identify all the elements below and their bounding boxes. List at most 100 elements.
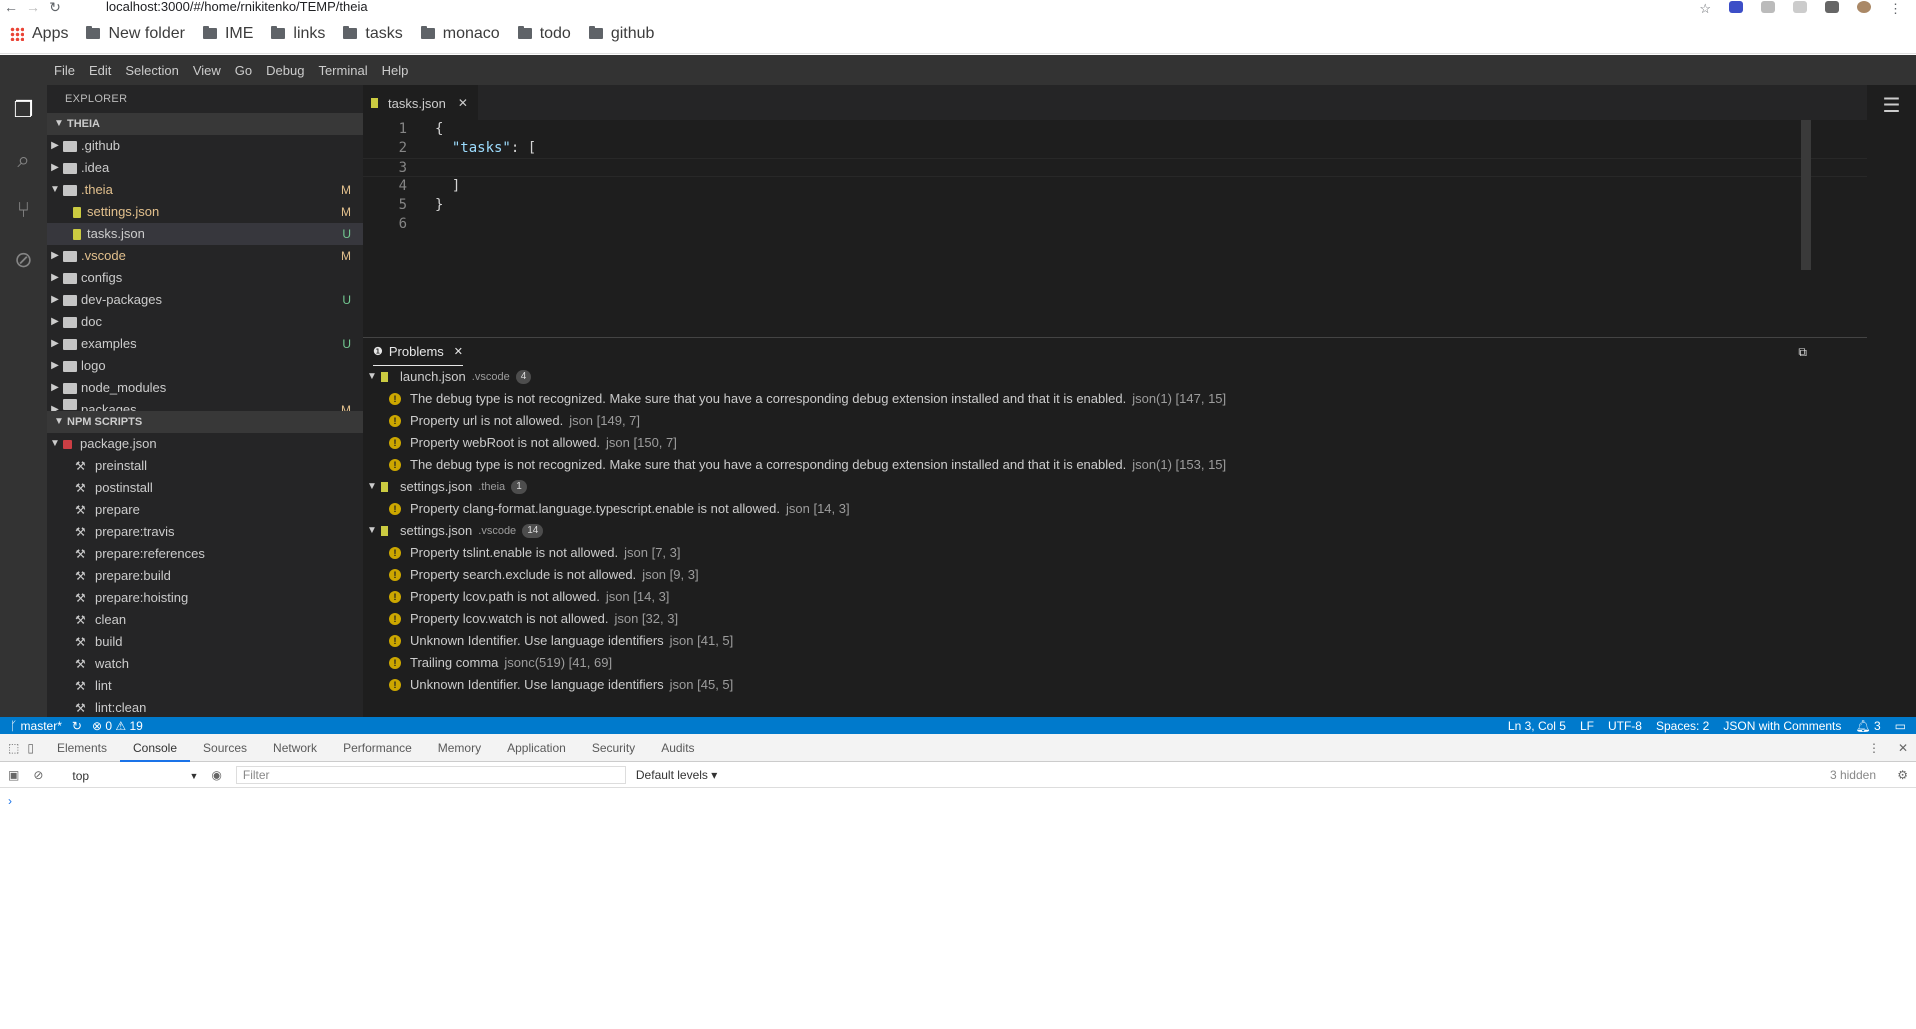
tree-item[interactable]: ▶ dev-packages U (47, 289, 363, 311)
problem-item[interactable]: ! Property webRoot is not allowed. json [1… (363, 432, 1867, 454)
menu-debug[interactable]: Debug (266, 63, 304, 78)
bookmark-folder[interactable]: todo (517, 25, 571, 43)
tree-item[interactable]: ▶ logo (47, 355, 363, 377)
tab-sources[interactable]: Sources (190, 734, 260, 762)
extension-icon[interactable] (1761, 1, 1775, 13)
tree-item[interactable]: ▼ .theia M (47, 179, 363, 201)
sync-icon[interactable]: ↻ (72, 719, 82, 733)
end-of-line[interactable]: LF (1580, 719, 1594, 733)
git-branch[interactable]: ᚴ master* (10, 719, 62, 733)
tab-elements[interactable]: Elements (44, 734, 120, 762)
encoding[interactable]: UTF-8 (1608, 719, 1642, 733)
device-icon[interactable]: ▯ (27, 741, 34, 755)
menu-terminal[interactable]: Terminal (318, 63, 367, 78)
files-icon[interactable]: ❐ (0, 85, 47, 135)
tree-item[interactable]: ▶ .github (47, 135, 363, 157)
tree-item[interactable]: ▶ packages M (47, 399, 363, 411)
problem-item[interactable]: ! The debug type is not recognized. Make … (363, 388, 1867, 410)
editor-tab-tasks-json[interactable]: tasks.json ✕ (363, 85, 478, 120)
bookmark-folder[interactable]: IME (202, 25, 253, 43)
more-icon[interactable]: ⋮ (1868, 741, 1880, 755)
problem-file-group[interactable]: ▼ settings.json .vscode 14 (363, 520, 1867, 542)
problem-item[interactable]: ! Property tslint.enable is not allowed. j… (363, 542, 1867, 564)
npm-script[interactable]: ⚒ lint:clean (47, 697, 363, 719)
npm-script[interactable]: ⚒ build (47, 631, 363, 653)
debug-icon[interactable]: ⊘ (0, 235, 47, 285)
problem-file-group[interactable]: ▼ launch.json .vscode 4 (363, 366, 1867, 388)
close-icon[interactable]: ✕ (458, 96, 468, 110)
menu-view[interactable]: View (193, 63, 221, 78)
bookmark-folder[interactable]: New folder (86, 25, 185, 43)
menu-file[interactable]: File (54, 63, 75, 78)
panel-toggle-icon[interactable]: ▭ (1895, 719, 1906, 733)
problem-item[interactable]: ! Property url is not allowed. json [149, … (363, 410, 1867, 432)
tab-application[interactable]: Application (494, 734, 579, 762)
problem-item[interactable]: ! Property lcov.path is not allowed. json … (363, 586, 1867, 608)
tree-item[interactable]: tasks.json U (47, 223, 363, 245)
media-icon[interactable] (1825, 1, 1839, 13)
bookmark-folder[interactable]: tasks (343, 25, 403, 43)
sidebar-toggle-icon[interactable]: ▣ (8, 768, 19, 782)
clear-console-icon[interactable]: ⊘ (33, 768, 43, 782)
tab-console[interactable]: Console (119, 734, 191, 762)
tab-network[interactable]: Network (260, 734, 330, 762)
menu-go[interactable]: Go (235, 63, 252, 78)
cursor-position[interactable]: Ln 3, Col 5 (1508, 719, 1566, 733)
tree-item[interactable]: ▶ .vscode M (47, 245, 363, 267)
search-icon[interactable]: ⌕ (0, 135, 47, 185)
tab-audits[interactable]: Audits (648, 734, 707, 762)
tab-problems[interactable]: ❶ Problems ✕ (373, 338, 464, 366)
address-bar[interactable]: localhost:3000/#/home/rnikitenko/TEMP/th… (106, 0, 368, 13)
npm-script[interactable]: ⚒ prepare:hoisting (47, 587, 363, 609)
bookmark-folder[interactable]: links (271, 25, 325, 43)
section-npm-scripts[interactable]: ▼ NPM SCRIPTS (47, 411, 363, 433)
npm-script[interactable]: ⚒ prepare (47, 499, 363, 521)
extension-icon[interactable] (1729, 1, 1743, 13)
back-icon[interactable]: ← (0, 0, 22, 14)
tree-item[interactable]: settings.json M (47, 201, 363, 223)
outline-icon[interactable]: ☰ (1883, 95, 1901, 117)
log-levels-dropdown[interactable]: Default levels ▾ (636, 768, 717, 782)
tree-item[interactable]: ▶ node_modules (47, 377, 363, 399)
npm-script[interactable]: ⚒ prepare:build (47, 565, 363, 587)
inspect-icon[interactable]: ⬚ (8, 741, 19, 755)
code-editor[interactable]: 1{ 2 "tasks": [ 3 4 ] 5} 6 (363, 120, 1867, 334)
console-prompt[interactable]: › (0, 788, 1916, 814)
indentation[interactable]: Spaces: 2 (1656, 719, 1709, 733)
problem-item[interactable]: ! Property search.exclude is not allowed.… (363, 564, 1867, 586)
npm-script[interactable]: ⚒ prepare:travis (47, 521, 363, 543)
bookmark-apps[interactable]: Apps (10, 25, 68, 43)
close-icon[interactable]: ✕ (1898, 741, 1908, 755)
gear-icon[interactable]: ⚙ (1897, 768, 1908, 782)
extension-icon[interactable] (1793, 1, 1807, 13)
source-control-icon[interactable]: ⑂ (0, 185, 47, 235)
problem-item[interactable]: ! Property clang-format.language.typescri… (363, 498, 1867, 520)
problems-summary[interactable]: ⊗ 0 ⚠ 19 (92, 719, 143, 733)
tab-security[interactable]: Security (579, 734, 648, 762)
editor-scrollbar[interactable] (1801, 120, 1811, 270)
menu-help[interactable]: Help (382, 63, 409, 78)
problem-item[interactable]: ! Trailing comma jsonc(519) [41, 69] (363, 652, 1867, 674)
forward-icon[interactable]: → (22, 0, 44, 14)
context-select[interactable]: top ▼ (63, 765, 204, 784)
problem-item[interactable]: ! Unknown Identifier. Use language identi… (363, 674, 1867, 696)
menu-selection[interactable]: Selection (125, 63, 178, 78)
close-icon[interactable]: ✕ (454, 345, 463, 358)
tree-item[interactable]: ▶ doc (47, 311, 363, 333)
problem-item[interactable]: ! Property lcov.watch is not allowed. json… (363, 608, 1867, 630)
problem-file-group[interactable]: ▼ settings.json .theia 1 (363, 476, 1867, 498)
tab-performance[interactable]: Performance (330, 734, 425, 762)
tab-memory[interactable]: Memory (425, 734, 494, 762)
avatar[interactable] (1857, 1, 1871, 13)
npm-script[interactable]: ⚒ preinstall (47, 455, 363, 477)
filter-input[interactable]: Filter (235, 765, 626, 784)
bookmark-folder[interactable]: monaco (420, 25, 500, 43)
tree-item[interactable]: ▶ configs (47, 267, 363, 289)
npm-package[interactable]: ▼ package.json (47, 433, 363, 455)
language-mode[interactable]: JSON with Comments (1723, 719, 1841, 733)
npm-script[interactable]: ⚒ watch (47, 653, 363, 675)
npm-script[interactable]: ⚒ postinstall (47, 477, 363, 499)
menu-icon[interactable]: ⋮ (1889, 1, 1902, 16)
eye-icon[interactable]: ◉ (211, 768, 221, 782)
menu-edit[interactable]: Edit (89, 63, 111, 78)
